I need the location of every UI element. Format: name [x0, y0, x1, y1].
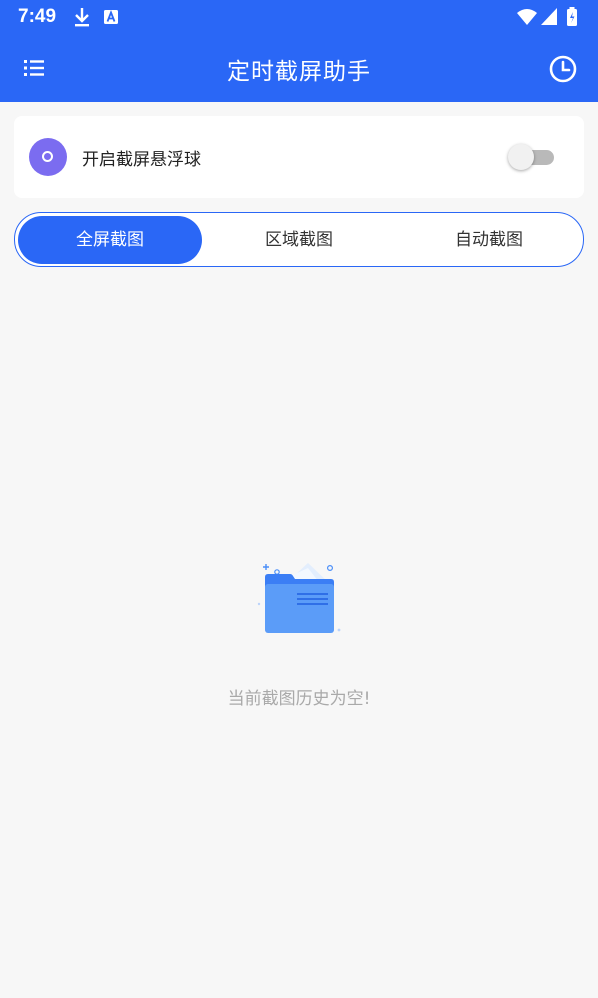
- wifi-icon: [517, 9, 537, 25]
- empty-state-message: 当前截图历史为空!: [227, 689, 371, 709]
- tab-auto[interactable]: 自动截图: [397, 216, 581, 264]
- toggle-thumb: [508, 144, 534, 170]
- floating-ball-card: 开启截屏悬浮球: [14, 116, 584, 198]
- capture-mode-tabs: 全屏截图 区域截图 自动截图: [14, 212, 584, 267]
- app-bar: 定时截屏助手: [0, 34, 598, 102]
- battery-icon: [567, 7, 577, 26]
- tab-region[interactable]: 区域截图: [207, 216, 391, 264]
- status-bar: 7:49: [0, 0, 598, 34]
- notification-a-icon: [104, 10, 118, 24]
- page-title: 定时截屏助手: [227, 59, 371, 85]
- floating-ball-toggle[interactable]: [508, 143, 556, 171]
- floating-ball-label: 开启截屏悬浮球: [82, 150, 201, 170]
- tab-fullscreen[interactable]: 全屏截图: [18, 216, 202, 264]
- top-bar: 7:49 定时截屏助手: [0, 0, 598, 102]
- clock-icon[interactable]: [548, 54, 578, 84]
- floating-ball-icon: [29, 138, 67, 176]
- status-time: 7:49: [18, 6, 57, 27]
- download-icon: [75, 8, 89, 27]
- signal-icon: [541, 8, 557, 25]
- empty-folder-icon: [257, 563, 341, 633]
